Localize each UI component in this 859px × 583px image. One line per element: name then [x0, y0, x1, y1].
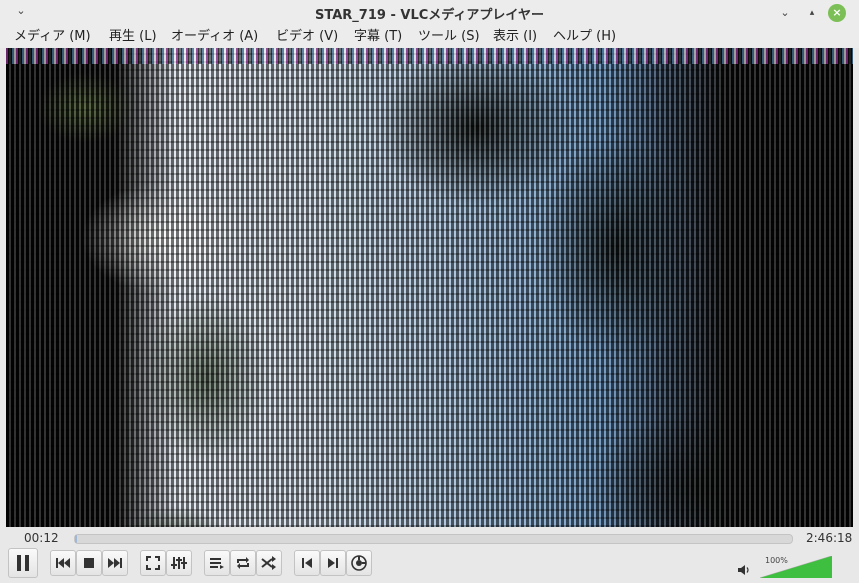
- fullscreen-icon: [146, 556, 160, 570]
- menu-media[interactable]: メディア (M): [14, 28, 91, 46]
- loop-icon: [237, 557, 249, 569]
- window-title: STAR_719 - VLCメディアプレイヤー: [315, 8, 544, 23]
- menu-subtitle[interactable]: 字幕 (T): [354, 28, 402, 46]
- elapsed-time: 00:12: [24, 531, 59, 545]
- previous-button[interactable]: [50, 550, 76, 576]
- title-bar: ⌄ STAR_719 - VLCメディアプレイヤー ⌄ ▴ ×: [0, 0, 859, 27]
- effects-button[interactable]: [346, 550, 372, 576]
- pause-icon: [17, 555, 29, 571]
- menu-audio[interactable]: オーディオ (A): [171, 28, 258, 46]
- close-icon[interactable]: ×: [828, 4, 846, 22]
- menu-bar: メディア (M) 再生 (L) オーディオ (A) ビデオ (V) 字幕 (T)…: [0, 26, 859, 48]
- menu-video[interactable]: ビデオ (V): [276, 28, 338, 46]
- video-display[interactable]: [6, 48, 853, 527]
- frame-back-icon: [302, 558, 312, 568]
- vlc-window: ⌄ STAR_719 - VLCメディアプレイヤー ⌄ ▴ × メディア (M)…: [0, 0, 859, 583]
- extended-settings-icon: [171, 557, 187, 569]
- menu-help[interactable]: ヘルプ (H): [553, 28, 616, 46]
- seek-progress: [75, 535, 77, 543]
- fullscreen-button[interactable]: [140, 550, 166, 576]
- loop-button[interactable]: [230, 550, 256, 576]
- volume-slider[interactable]: [760, 556, 832, 578]
- playlist-icon: [210, 558, 224, 569]
- shuffle-button[interactable]: [256, 550, 282, 576]
- previous-icon: [56, 558, 70, 568]
- frame-back-button[interactable]: [294, 550, 320, 576]
- extended-settings-button[interactable]: [166, 550, 192, 576]
- seek-slider[interactable]: [74, 534, 793, 544]
- next-button[interactable]: [102, 550, 128, 576]
- menu-view[interactable]: 表示 (I): [493, 28, 537, 46]
- frame-forward-button[interactable]: [320, 550, 346, 576]
- shuffle-icon: [261, 556, 276, 570]
- menu-playback[interactable]: 再生 (L): [109, 28, 157, 46]
- video-top-artifact-stripe: [6, 48, 853, 64]
- menu-tools[interactable]: ツール (S): [418, 28, 480, 46]
- stop-icon: [84, 558, 94, 568]
- frame-forward-icon: [328, 558, 338, 568]
- pause-button[interactable]: [8, 548, 38, 578]
- stop-button[interactable]: [76, 550, 102, 576]
- minimize-icon[interactable]: ⌄: [776, 4, 794, 22]
- next-icon: [108, 558, 122, 568]
- playlist-button[interactable]: [204, 550, 230, 576]
- speaker-icon[interactable]: [737, 563, 751, 577]
- video-artifacts: [6, 48, 853, 527]
- maximize-icon[interactable]: ▴: [803, 4, 821, 22]
- effects-icon: [351, 555, 367, 571]
- total-time[interactable]: 2:46:18: [806, 531, 852, 545]
